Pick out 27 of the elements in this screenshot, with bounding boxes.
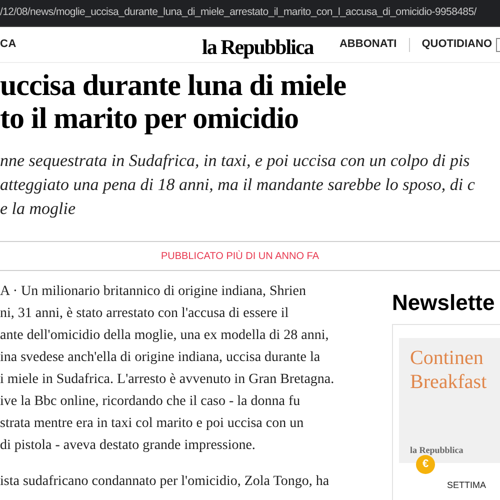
headline-line: to il marito per omicidio	[0, 102, 300, 135]
button-edge[interactable]	[496, 38, 500, 52]
body-text-line: A · Un milionario britannico di origine indiana, Shrien	[0, 283, 307, 301]
thumbnail-title: Continen	[410, 346, 484, 370]
summary-line: nne sequestrata in Sudafrica, in taxi, e poi uccisa con un colpo di pis	[0, 150, 471, 172]
summary-line: e la moglie	[0, 198, 77, 220]
newsletter-frequency: SETTIMA	[446, 479, 488, 492]
body-text-line: di pistola - aveva destato grande impressione.	[0, 437, 256, 455]
premium-badge: €	[416, 455, 435, 474]
body-text-line: ante dell'omicidio della moglie, una ex modella di 28 anni,	[0, 327, 330, 345]
site-logo[interactable]: la Repubblica	[202, 32, 314, 64]
thumbnail-title: Breakfast	[410, 370, 488, 394]
body-text-line: ista sudafricano condannato per l'omicidio, Zola Tongo, ha	[0, 473, 330, 491]
thumbnail-brand: la Repubblica	[410, 444, 464, 457]
body-text-line: ive la Bbc online, ricordando che il caso - la donna fu	[0, 393, 302, 411]
body-text-line: ina svedese anch'ella di origine indiana, uccisa durante la	[0, 349, 322, 367]
sidebar-title: Newslette	[392, 289, 496, 317]
body-text-line: strata mentre era in taxi col marito e poi uccisa con un	[0, 415, 305, 433]
publish-date: PUBBLICATO PIÙ DI UN ANNO FA	[161, 249, 319, 264]
headline-line: uccisa durante luna di miele	[0, 69, 348, 102]
summary-line: atteggiato una pena di 18 anni, ma il mandante sarebbe lo sposo, di c	[0, 174, 476, 196]
body-text-line: i miele in Sudafrica. L'arresto è avvenuto in Gran Bretagna.	[0, 371, 336, 389]
newsletter-card[interactable]: Continen Breakfast la Repubblica € SETTIMA	[392, 324, 500, 500]
body-text-line: ni, 31 anni, è stato arrestato con l'accusa di essere il	[0, 305, 290, 323]
nav-link[interactable]: ABBONATI	[339, 36, 397, 53]
nav-link[interactable]: QUOTIDIANO	[422, 36, 492, 53]
section-link[interactable]: CA	[0, 36, 16, 53]
